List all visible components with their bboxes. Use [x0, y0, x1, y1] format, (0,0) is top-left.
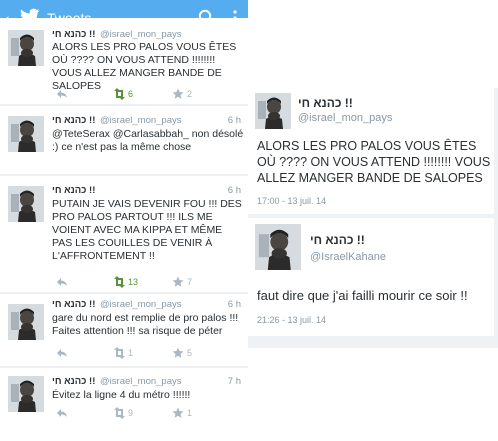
tweet-timestamp[interactable]: 17:00 - 13 juil. 14 — [257, 196, 326, 207]
tweet-author-handle[interactable]: @israel_mon_pays — [100, 115, 181, 126]
star-icon — [172, 347, 184, 358]
tweet-author-handle[interactable]: @IsraelKahane — [310, 251, 386, 264]
tweet-card[interactable]: כהנא חי !! @israel_mon_pays ALORS LES PR… — [248, 88, 494, 214]
star-icon — [172, 88, 184, 99]
tweet-author-handle[interactable]: @israel_mon_pays — [100, 299, 181, 310]
tweet-time: 6 h — [227, 299, 241, 310]
tweet-author-name[interactable]: כהנא חי !! — [52, 29, 95, 40]
tweet-author-name[interactable]: כהנא חי !! — [52, 299, 95, 310]
tweet-text: @TeteSerax @Carlasabbah_ non désolé :) c… — [52, 128, 244, 153]
avatar[interactable] — [8, 304, 44, 340]
web-tweets-screenshot: כהנא חי !! @israel_mon_pays ALORS LES PR… — [248, 88, 498, 348]
tweet-author-name[interactable]: כהנא חי !! — [52, 376, 95, 387]
tweet-author-name[interactable]: כהנא חי !! — [52, 115, 95, 126]
tweet-author-handle[interactable]: @israel_mon_pays — [100, 29, 181, 40]
tweet-author-name[interactable]: כהנא חי !! — [298, 96, 353, 110]
avatar[interactable] — [255, 93, 291, 129]
tweet-text: Évitez la ligne 4 du métro !!!!!! — [52, 389, 191, 401]
retweet-icon — [114, 347, 125, 359]
tweet-time: 6 h — [227, 115, 241, 126]
retweet-count: 9 — [128, 408, 134, 418]
tweet-author-handle[interactable]: @israel_mon_pays — [298, 112, 392, 125]
tweet-time: 7 h — [227, 376, 241, 387]
tweet[interactable]: כהנא חי !! @israel_mon_pays 7 h Évitez l… — [0, 368, 248, 441]
avatar[interactable] — [8, 186, 44, 222]
tweet[interactable]: כהנא חי !! @israel_mon_pays 6 h @TeteSer… — [0, 106, 248, 174]
tweet-text: faut dire que j'ai failli mourir ce soir… — [257, 288, 468, 303]
avatar[interactable] — [8, 376, 44, 412]
retweet-icon — [114, 276, 125, 288]
tweet-author-handle[interactable]: @israel_mon_pays — [100, 376, 181, 387]
tweet-text: ALORS LES PRO PALOS VOUS ÊTES OÙ ???? ON… — [257, 139, 491, 185]
star-icon — [172, 276, 184, 287]
twitter-app-screenshot: ‹ Tweets כהנא חי !! @israel_mon_pays ALO… — [0, 0, 248, 441]
tweet-author-name[interactable]: כהנא חי !! — [52, 185, 95, 196]
retweet-count: 6 — [128, 89, 134, 99]
tweet-text: PUTAIN JE VAIS DEVENIR FOU !!! DES PRO P… — [52, 198, 242, 262]
tweet-text: gare du nord est remplie de pro palos !!… — [52, 312, 239, 337]
favorite-count: 7 — [187, 277, 193, 287]
tweet[interactable]: כהנא חי !! @israel_mon_pays 6 h gare du … — [0, 294, 248, 366]
reply-icon — [57, 349, 67, 357]
favorite-count: 2 — [187, 89, 193, 99]
tweet-text: ALORS LES PRO PALOS VOUS ÊTES OÙ ???? ON… — [52, 41, 237, 92]
retweet-count: 13 — [128, 277, 139, 287]
avatar[interactable] — [8, 116, 44, 152]
star-icon — [172, 407, 184, 418]
retweet-count: 1 — [128, 348, 134, 358]
tweet[interactable]: כהנא חי !! @israel_mon_pays ALORS LES PR… — [0, 18, 248, 104]
reply-icon — [57, 90, 67, 98]
reply-icon — [57, 409, 67, 417]
tweet-timestamp[interactable]: 21:26 - 13 juil. 14 — [257, 315, 326, 326]
favorite-count: 1 — [187, 408, 193, 418]
favorite-count: 5 — [187, 348, 193, 358]
tweet[interactable]: כהנא חי !! 6 h PUTAIN JE VAIS DEVENIR FO… — [0, 176, 248, 292]
avatar[interactable] — [8, 30, 44, 66]
tweet-author-name[interactable]: כהנא חי !! — [310, 233, 365, 247]
retweet-icon — [114, 407, 125, 419]
retweet-icon — [114, 88, 125, 100]
reply-icon — [57, 278, 67, 286]
tweet-time: 6 h — [227, 185, 241, 196]
avatar[interactable] — [255, 224, 301, 270]
tweet-card[interactable]: כהנא חי !! @IsraelKahane faut dire que j… — [248, 218, 494, 336]
